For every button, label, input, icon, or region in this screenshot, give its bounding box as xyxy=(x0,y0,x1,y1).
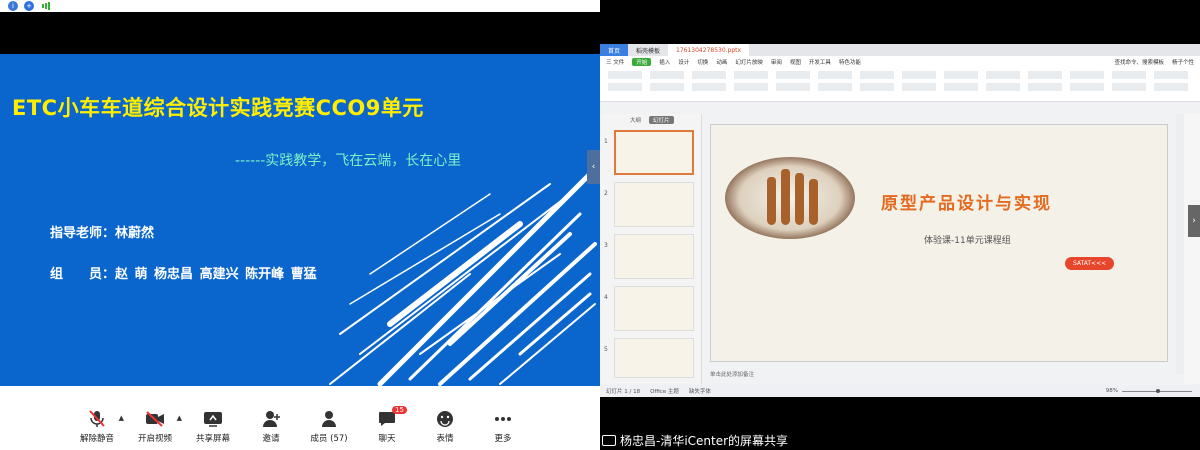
share-caption: 杨忠昌-清华iCenter的屏幕共享 xyxy=(602,432,788,449)
wps-workspace: 大纲 幻灯片 1 2 3 4 5 原型产品设计与实现 体验课-11单元课程组 S… xyxy=(600,114,1200,384)
screen-share-icon xyxy=(602,435,616,446)
toolbar-label: 邀请 xyxy=(262,434,280,444)
thumb-number: 4 xyxy=(604,294,608,301)
slide-thumbnail[interactable] xyxy=(614,130,694,175)
start-button[interactable]: SATAT<<< xyxy=(1065,257,1115,270)
zoom-slider[interactable] xyxy=(1122,388,1192,393)
shared-slide: ETC小车车道综合设计实践竞赛CCO9单元 ------实践教学，飞在云端，长在… xyxy=(0,54,600,386)
chevron-left-icon: ‹ xyxy=(591,162,596,172)
meeting-toolbar: 解除静音 ▲ 开启视频 ▲ 共享屏幕 邀请 成员 (57) 15 聊天 表情 更… xyxy=(0,386,600,450)
paint-splash-graphic xyxy=(329,171,597,386)
slide-thumbnail[interactable] xyxy=(614,234,694,279)
toolbar-label: 聊天 xyxy=(378,434,396,444)
theme-name: Office 主题 xyxy=(650,389,679,395)
members-button[interactable]: 成员 (57) xyxy=(300,408,358,444)
mic-muted-icon xyxy=(86,408,108,430)
tab-templates[interactable]: 稻壳模板 xyxy=(628,44,668,56)
emoji-icon xyxy=(434,408,456,430)
invite-button[interactable]: 邀请 xyxy=(242,408,300,444)
more-button[interactable]: 更多 xyxy=(474,408,532,444)
notes-placeholder[interactable]: 单击此处添加备注 xyxy=(710,370,754,378)
shield-icon[interactable]: + xyxy=(24,1,34,11)
tab-home[interactable]: 首页 xyxy=(600,44,629,56)
letterbox-top xyxy=(0,12,600,54)
video-off-icon xyxy=(144,408,166,430)
tab-slides[interactable]: 幻灯片 xyxy=(649,116,674,124)
slide-thumbnail[interactable] xyxy=(614,182,694,227)
expand-handle[interactable]: › xyxy=(1188,205,1200,237)
chevron-right-icon: › xyxy=(1192,216,1196,226)
menu-special[interactable]: 特色功能 xyxy=(839,58,861,66)
slide-teacher: 指导老师：林蔚然 xyxy=(50,226,155,241)
emoji-button[interactable]: 表情 xyxy=(416,408,474,444)
screen-share-view: 首页 稻壳模板 1761304278530.pptx 三 文件 开始 插入 设计… xyxy=(600,0,1200,450)
share-caption-text: 杨忠昌-清华iCenter的屏幕共享 xyxy=(620,434,789,448)
tab-document[interactable]: 1761304278530.pptx xyxy=(668,44,750,56)
menu-file[interactable]: 三 文件 xyxy=(606,58,624,66)
canvas-slide-subtitle: 体验课-11单元课程组 xyxy=(924,236,1011,246)
menu-developer[interactable]: 开发工具 xyxy=(809,58,831,66)
user-name[interactable]: 杨子个性 xyxy=(1172,58,1200,66)
vertical-scrollbar[interactable] xyxy=(1176,114,1184,374)
toolbar-label: 开启视频 xyxy=(137,434,172,444)
wps-presentation-window: 首页 稻壳模板 1761304278530.pptx 三 文件 开始 插入 设计… xyxy=(600,44,1200,397)
slide-title: ETC小车车道综合设计实践竞赛CCO9单元 xyxy=(12,96,424,120)
meeting-window: i + ETC小车车道综合设计实践竞赛CCO9单元 ------实践教学，飞在云… xyxy=(0,0,600,450)
slide-thumbnail[interactable] xyxy=(614,286,694,331)
unmute-button[interactable]: 解除静音 ▲ xyxy=(68,408,126,444)
chevron-up-icon[interactable]: ▲ xyxy=(177,414,182,422)
top-status-strip: i + xyxy=(0,0,600,12)
wps-statusbar: 幻灯片 1 / 18 Office 主题 缺失字体 98% xyxy=(600,385,1200,397)
menu-design[interactable]: 设计 xyxy=(678,58,689,66)
slide-thumbnail-pane: 大纲 幻灯片 1 2 3 4 5 xyxy=(600,114,702,384)
ribbon-controls[interactable] xyxy=(608,71,1188,91)
wps-titlebar: 首页 稻壳模板 1761304278530.pptx xyxy=(600,44,1200,56)
thumb-number: 5 xyxy=(604,346,608,353)
menu-view[interactable]: 视图 xyxy=(790,58,801,66)
slide-canvas[interactable]: 原型产品设计与实现 体验课-11单元课程组 SATAT<<< xyxy=(710,124,1168,362)
share-screen-icon xyxy=(202,408,224,430)
screen: i + ETC小车车道综合设计实践竞赛CCO9单元 ------实践教学，飞在云… xyxy=(0,0,1200,450)
chat-button[interactable]: 15 聊天 xyxy=(358,406,416,444)
start-video-button[interactable]: 开启视频 ▲ xyxy=(126,408,184,444)
tab-outline[interactable]: 大纲 xyxy=(630,116,641,124)
side-tool-strip[interactable] xyxy=(1184,114,1200,384)
menu-slideshow[interactable]: 幻灯片放映 xyxy=(735,58,763,66)
more-icon xyxy=(492,408,514,430)
toolbar-label: 成员 (57) xyxy=(310,434,348,444)
thumb-tabs: 大纲 幻灯片 xyxy=(600,114,701,126)
collapse-handle[interactable]: ‹ xyxy=(587,150,600,184)
members-icon xyxy=(318,408,340,430)
menu-review[interactable]: 审阅 xyxy=(771,58,782,66)
menu-home[interactable]: 开始 xyxy=(632,57,652,66)
toolbar-label: 解除静音 xyxy=(79,434,114,444)
toolbar-label: 表情 xyxy=(436,434,454,444)
toolbar-label: 更多 xyxy=(494,434,512,444)
menu-insert[interactable]: 插入 xyxy=(659,58,670,66)
share-screen-button[interactable]: 共享屏幕 xyxy=(184,408,242,444)
invite-user-icon xyxy=(260,408,282,430)
zoom-control[interactable]: 98% xyxy=(1106,388,1200,394)
slide-members: 组 员：赵 萌 杨忠昌 高建兴 陈开峰 曹猛 xyxy=(50,267,317,282)
wps-menubar: 三 文件 开始 插入 设计 切换 动画 幻灯片放映 审阅 视图 开发工具 特色功… xyxy=(600,56,1200,67)
canvas-slide-title: 原型产品设计与实现 xyxy=(881,194,1052,214)
slide-counter: 幻灯片 1 / 18 xyxy=(606,389,641,395)
signal-icon[interactable] xyxy=(40,1,52,11)
wps-ribbon xyxy=(600,67,1200,102)
missing-font-button[interactable]: 缺失字体 xyxy=(689,387,711,395)
info-icon[interactable]: i xyxy=(8,1,18,11)
zoom-level: 98% xyxy=(1105,388,1118,394)
menu-transition[interactable]: 切换 xyxy=(697,58,708,66)
ukulele-photo xyxy=(725,157,855,239)
slide-thumbnail[interactable] xyxy=(614,338,694,378)
thumb-number: 3 xyxy=(604,242,608,249)
chevron-up-icon[interactable]: ▲ xyxy=(119,414,124,422)
chat-badge: 15 xyxy=(392,406,407,414)
search-box[interactable]: 查找命令、搜索模板 xyxy=(1114,58,1164,66)
menu-animation[interactable]: 动画 xyxy=(716,58,727,66)
thumb-number: 1 xyxy=(604,138,608,145)
toolbar-label: 共享屏幕 xyxy=(195,434,230,444)
thumb-number: 2 xyxy=(604,190,608,197)
